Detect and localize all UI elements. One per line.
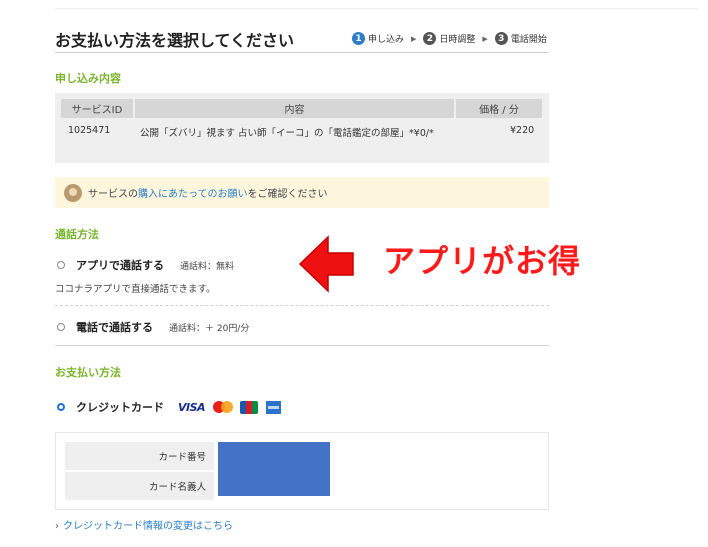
change-card-link[interactable]: › クレジットカード情報の変更はこちら xyxy=(55,517,233,532)
mastercard-icon xyxy=(213,401,234,413)
chevron-right-icon: › xyxy=(55,521,59,532)
step-2-label: 日時調整 xyxy=(439,35,476,45)
payment-option-credit-card[interactable]: クレジットカード VISA xyxy=(57,399,282,415)
call-option-app[interactable]: アプリで通話する 通話料：無料 xyxy=(57,257,234,273)
change-card-link-text: クレジットカード情報の変更はこちら xyxy=(63,521,233,532)
page-title: お支払い方法を選択してください xyxy=(55,31,295,50)
step-arrow-icon: ▶ xyxy=(482,34,488,43)
card-number-label: カード番号 xyxy=(65,442,214,470)
step-3-label: 電話開始 xyxy=(510,35,547,45)
step-arrow-icon: ▶ xyxy=(411,34,417,43)
step-2-number: 2 xyxy=(423,32,437,45)
call-option-app-fee: 通話料：無料 xyxy=(180,261,235,272)
purchase-notice: サービスの 購入にあたってのお願い をご確認ください xyxy=(55,177,549,208)
app-call-description: ココナラアプリで直接通話できます。 xyxy=(55,284,216,295)
option-divider xyxy=(55,305,549,306)
top-divider xyxy=(55,8,698,9)
radio-button[interactable] xyxy=(57,261,65,269)
call-option-app-label: アプリで通話する xyxy=(76,259,164,272)
service-price-cell: ¥220 xyxy=(510,125,535,136)
redacted-card-fields xyxy=(218,442,330,496)
card-holder-label: カード名義人 xyxy=(65,472,214,500)
call-option-phone-label: 電話で通話する xyxy=(76,321,153,334)
call-option-phone[interactable]: 電話で通話する 通話料：＋ 20円/分 xyxy=(57,319,249,335)
radio-button[interactable] xyxy=(57,323,65,331)
notice-link[interactable]: 購入にあたってのお願い xyxy=(138,185,248,200)
section-divider xyxy=(55,345,549,346)
notice-suffix: をご確認ください xyxy=(247,189,328,200)
title-divider xyxy=(55,52,549,53)
service-content-cell: 公開「ズバリ」視ます 占い師「イーコ」の「電話鑑定の部屋」*¥0/* xyxy=(140,128,434,139)
step-1-number: 1 xyxy=(352,32,365,45)
call-method-heading: 通話方法 xyxy=(55,228,99,241)
amex-icon xyxy=(266,400,282,414)
radio-button-selected[interactable] xyxy=(57,403,65,411)
call-option-phone-fee: 通話料：＋ 20円/分 xyxy=(169,323,250,334)
credit-card-label: クレジットカード xyxy=(76,401,164,414)
column-header-id: サービスID xyxy=(61,99,133,118)
visa-icon: VISA xyxy=(178,400,206,414)
progress-steps: 1 申し込み ▶ 2 日時調整 ▶ 3 電話開始 xyxy=(352,32,547,45)
service-id-cell: 1025471 xyxy=(68,125,111,136)
promo-annotation: アプリがお得 xyxy=(383,242,582,280)
avatar xyxy=(64,183,82,202)
column-header-content: 内容 xyxy=(135,99,454,118)
application-heading: 申し込み内容 xyxy=(55,72,121,85)
notice-prefix: サービスの xyxy=(88,189,138,200)
step-3-number: 3 xyxy=(494,32,508,45)
step-1-label: 申し込み xyxy=(368,35,405,45)
card-brands: VISA xyxy=(178,400,282,414)
left-arrow-icon xyxy=(298,235,354,293)
jcb-icon xyxy=(240,400,259,414)
payment-heading: お支払い方法 xyxy=(55,366,121,379)
column-header-price: 価格 / 分 xyxy=(456,99,542,118)
